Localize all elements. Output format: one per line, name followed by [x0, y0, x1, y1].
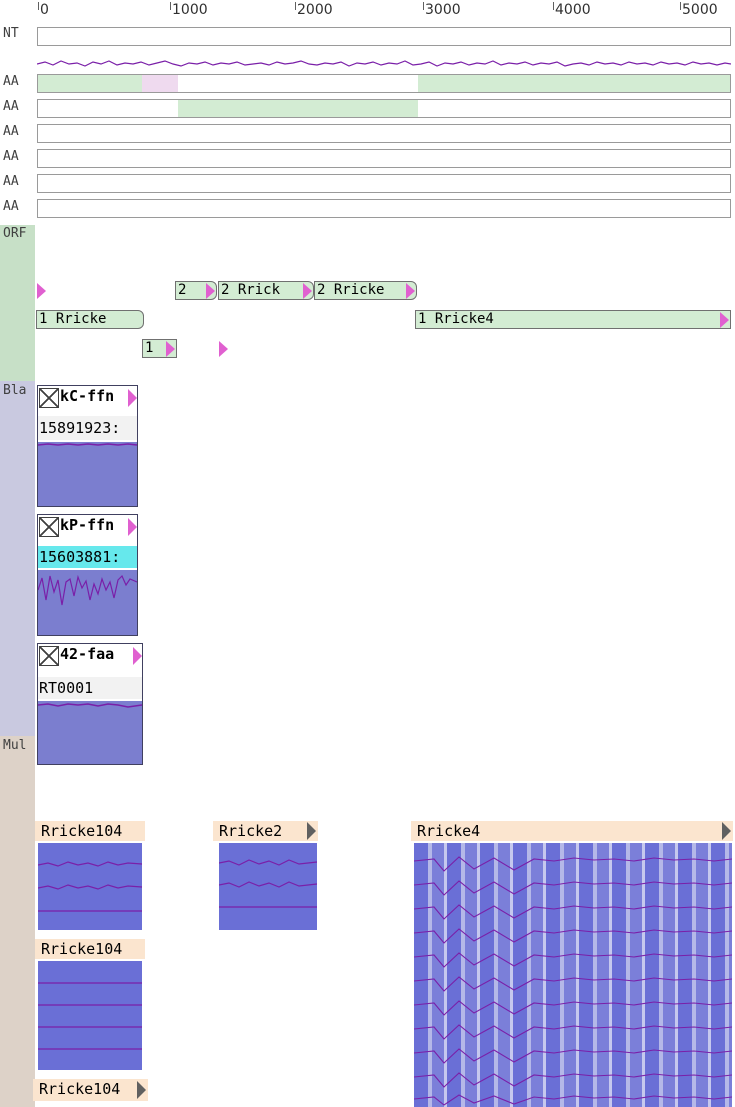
alignment-label[interactable]: Rricke2 — [213, 821, 318, 841]
aa-track-5[interactable] — [37, 174, 731, 193]
close-icon[interactable] — [39, 388, 59, 408]
alignment-name: Rricke2 — [219, 822, 283, 840]
aa-track-3[interactable] — [37, 124, 731, 143]
blast-hit-title: kP-ffn — [60, 516, 115, 534]
aa-segment — [38, 75, 142, 92]
multi-row-label: Mul — [3, 738, 27, 753]
expand-arrow-icon[interactable] — [137, 1081, 146, 1099]
ruler-tick-label: 3000 — [425, 2, 461, 18]
orf-feature[interactable]: 2 — [175, 281, 217, 300]
orf-feature[interactable]: 1 Rricke4 — [415, 310, 731, 329]
aa-track-6[interactable] — [37, 199, 731, 218]
orf-start-marker[interactable] — [37, 283, 46, 299]
position-ruler: 0 1000 2000 3000 4000 5000 — [35, 0, 735, 24]
aa-row-label: AA — [3, 149, 19, 164]
aa-row-label: AA — [3, 174, 19, 189]
close-icon[interactable] — [39, 517, 59, 537]
ruler-tick-label: 0 — [40, 2, 49, 18]
orf-direction-arrow — [303, 283, 312, 299]
orf-direction-arrow — [166, 341, 175, 357]
expand-arrow-icon[interactable] — [128, 518, 137, 536]
orf-direction-arrow — [206, 283, 215, 299]
ruler-tick-mark — [423, 2, 424, 10]
blast-hit-card[interactable]: kC-ffn 15891923: — [37, 385, 138, 507]
aa-track-4[interactable] — [37, 149, 731, 168]
ruler-tick-label: 5000 — [682, 2, 718, 18]
blast-coverage-plot — [38, 570, 137, 635]
expand-arrow-icon[interactable] — [133, 647, 142, 665]
orf-feature[interactable]: 1 — [142, 339, 177, 358]
aa-row-label: AA — [3, 99, 19, 114]
alignment-lines — [414, 856, 732, 1106]
blast-hit-title: 42-faa — [60, 645, 115, 663]
orf-direction-arrow — [406, 283, 415, 299]
expand-arrow-icon[interactable] — [307, 822, 316, 840]
orf-feature-label: 1 Rricke4 — [418, 311, 494, 327]
alignment-label[interactable]: Rricke4 — [411, 821, 733, 841]
aa-track-2[interactable] — [37, 99, 731, 118]
nt-track[interactable] — [37, 27, 731, 46]
ruler-tick-mark — [295, 2, 296, 10]
orf-feature-label: 1 — [145, 340, 154, 356]
alignment-block — [38, 843, 142, 930]
orf-feature-label: 2 Rrick — [221, 282, 281, 298]
close-icon[interactable] — [39, 646, 59, 666]
gc-content-plot — [37, 60, 731, 67]
blast-hit-id: 15891923: — [38, 416, 137, 440]
aa-segment — [178, 100, 418, 117]
blast-hit-card[interactable]: 42-faa RT0001 — [37, 643, 143, 765]
ruler-tick-label: 1000 — [172, 2, 208, 18]
blast-sidebar-band — [0, 381, 35, 736]
blast-hit-id: RT0001 — [38, 677, 142, 699]
alignment-name: Rricke104 — [41, 940, 123, 958]
alignment-lines — [38, 982, 142, 1050]
ruler-tick-mark — [38, 2, 39, 10]
coverage-line — [38, 703, 142, 708]
ruler-tick-mark — [170, 2, 171, 10]
aa-segment — [142, 75, 178, 92]
alignment-lines — [38, 861, 142, 912]
blast-coverage-plot — [38, 442, 137, 506]
orf-sidebar-band — [0, 225, 35, 381]
ruler-tick-label: 2000 — [297, 2, 333, 18]
blast-hit-card[interactable]: kP-ffn 15603881: — [37, 514, 138, 636]
alignment-block — [219, 843, 317, 930]
ruler-tick-label: 4000 — [555, 2, 591, 18]
orf-start-marker[interactable] — [219, 341, 228, 357]
blast-hit-title: kC-ffn — [60, 387, 115, 405]
alignment-name: Rricke104 — [39, 1080, 121, 1098]
alignment-label[interactable]: Rricke104 — [35, 821, 145, 841]
orf-feature-label: 2 — [178, 282, 187, 298]
alignment-name: Rricke4 — [417, 822, 481, 840]
coverage-line — [38, 574, 137, 606]
expand-arrow-icon[interactable] — [722, 822, 731, 840]
orf-feature[interactable]: 1 Rricke — [36, 310, 144, 329]
orf-feature[interactable]: 2 Rricke — [314, 281, 417, 300]
nt-row-label: NT — [3, 26, 19, 41]
blast-hit-id: 15603881: — [38, 546, 137, 568]
alignment-name: Rricke104 — [41, 822, 123, 840]
orf-direction-arrow — [720, 312, 729, 328]
alignment-label[interactable]: Rricke104 — [33, 1079, 148, 1101]
ruler-tick-mark — [553, 2, 554, 10]
orf-feature[interactable]: 2 Rrick — [218, 281, 314, 300]
multi-sidebar-band — [0, 736, 35, 1107]
alignment-lines — [219, 859, 317, 908]
alignment-block — [414, 843, 732, 1107]
aa-row-label: AA — [3, 74, 19, 89]
orf-row-label: ORF — [3, 226, 27, 241]
aa-row-label: AA — [3, 199, 19, 214]
orf-feature-label: 2 Rricke — [317, 282, 385, 298]
aa-row-label: AA — [3, 124, 19, 139]
aa-segment — [418, 75, 730, 92]
orf-feature-label: 1 Rricke — [39, 311, 107, 327]
alignment-label[interactable]: Rricke104 — [35, 939, 145, 959]
alignment-block — [38, 961, 142, 1070]
blast-row-label: Bla — [3, 383, 27, 398]
blast-coverage-plot — [38, 701, 142, 764]
coverage-line — [38, 443, 137, 446]
ruler-tick-mark — [680, 2, 681, 10]
expand-arrow-icon[interactable] — [128, 389, 137, 407]
aa-track-1[interactable] — [37, 74, 731, 93]
